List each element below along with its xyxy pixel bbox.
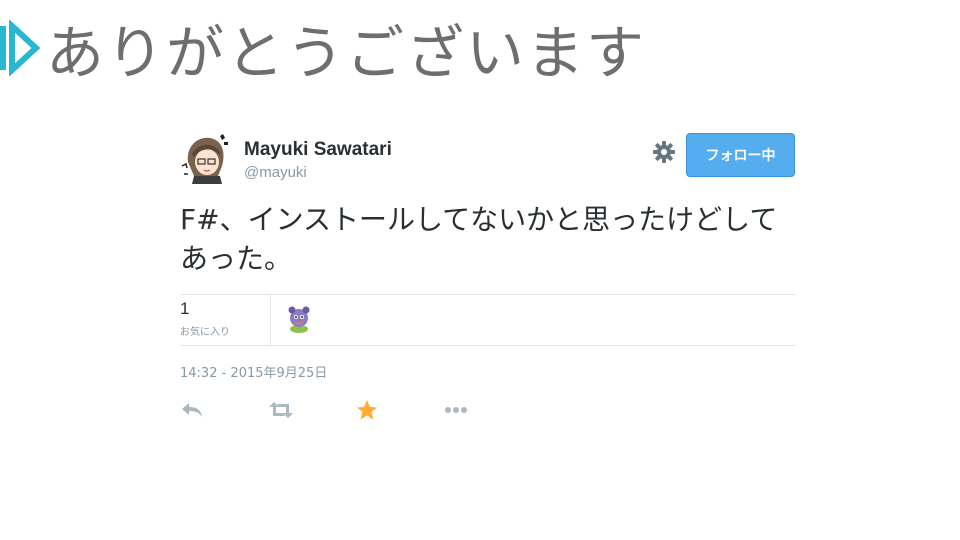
following-button[interactable]: フォロー中: [686, 133, 795, 177]
author-avatar[interactable]: [180, 132, 232, 184]
more-icon[interactable]: [443, 399, 469, 421]
retweet-icon[interactable]: [268, 399, 294, 421]
slide-marker-icon: [0, 19, 40, 77]
tweet-timestamp[interactable]: 14:32 - 2015年9月25日: [180, 362, 796, 381]
favorites-count[interactable]: 1: [180, 299, 189, 319]
slide-title: ありがとうございます: [46, 19, 647, 87]
embedded-tweet: Mayuki Sawatari @mayuki フォロー中 F#、インストールし…: [180, 130, 796, 425]
tweet-text: F#、インストールしてないかと思ったけどしてあった。: [180, 203, 778, 275]
favorites-label[interactable]: お気に入り: [180, 323, 230, 338]
star-icon[interactable]: [354, 399, 380, 421]
favoriter-avatar[interactable]: [284, 304, 314, 334]
tweet-header: Mayuki Sawatari @mayuki フォロー中: [180, 130, 796, 190]
gear-icon[interactable]: [652, 140, 676, 164]
tweet-actions: [180, 399, 796, 425]
slide-title-bar: ありがとうございます: [0, 8, 646, 88]
tweet-stats: 1 お気に入り: [180, 294, 796, 346]
author-handle[interactable]: @mayuki: [244, 164, 307, 181]
author-name[interactable]: Mayuki Sawatari: [244, 139, 392, 161]
reply-icon[interactable]: [180, 399, 206, 421]
stats-divider: [270, 295, 271, 345]
